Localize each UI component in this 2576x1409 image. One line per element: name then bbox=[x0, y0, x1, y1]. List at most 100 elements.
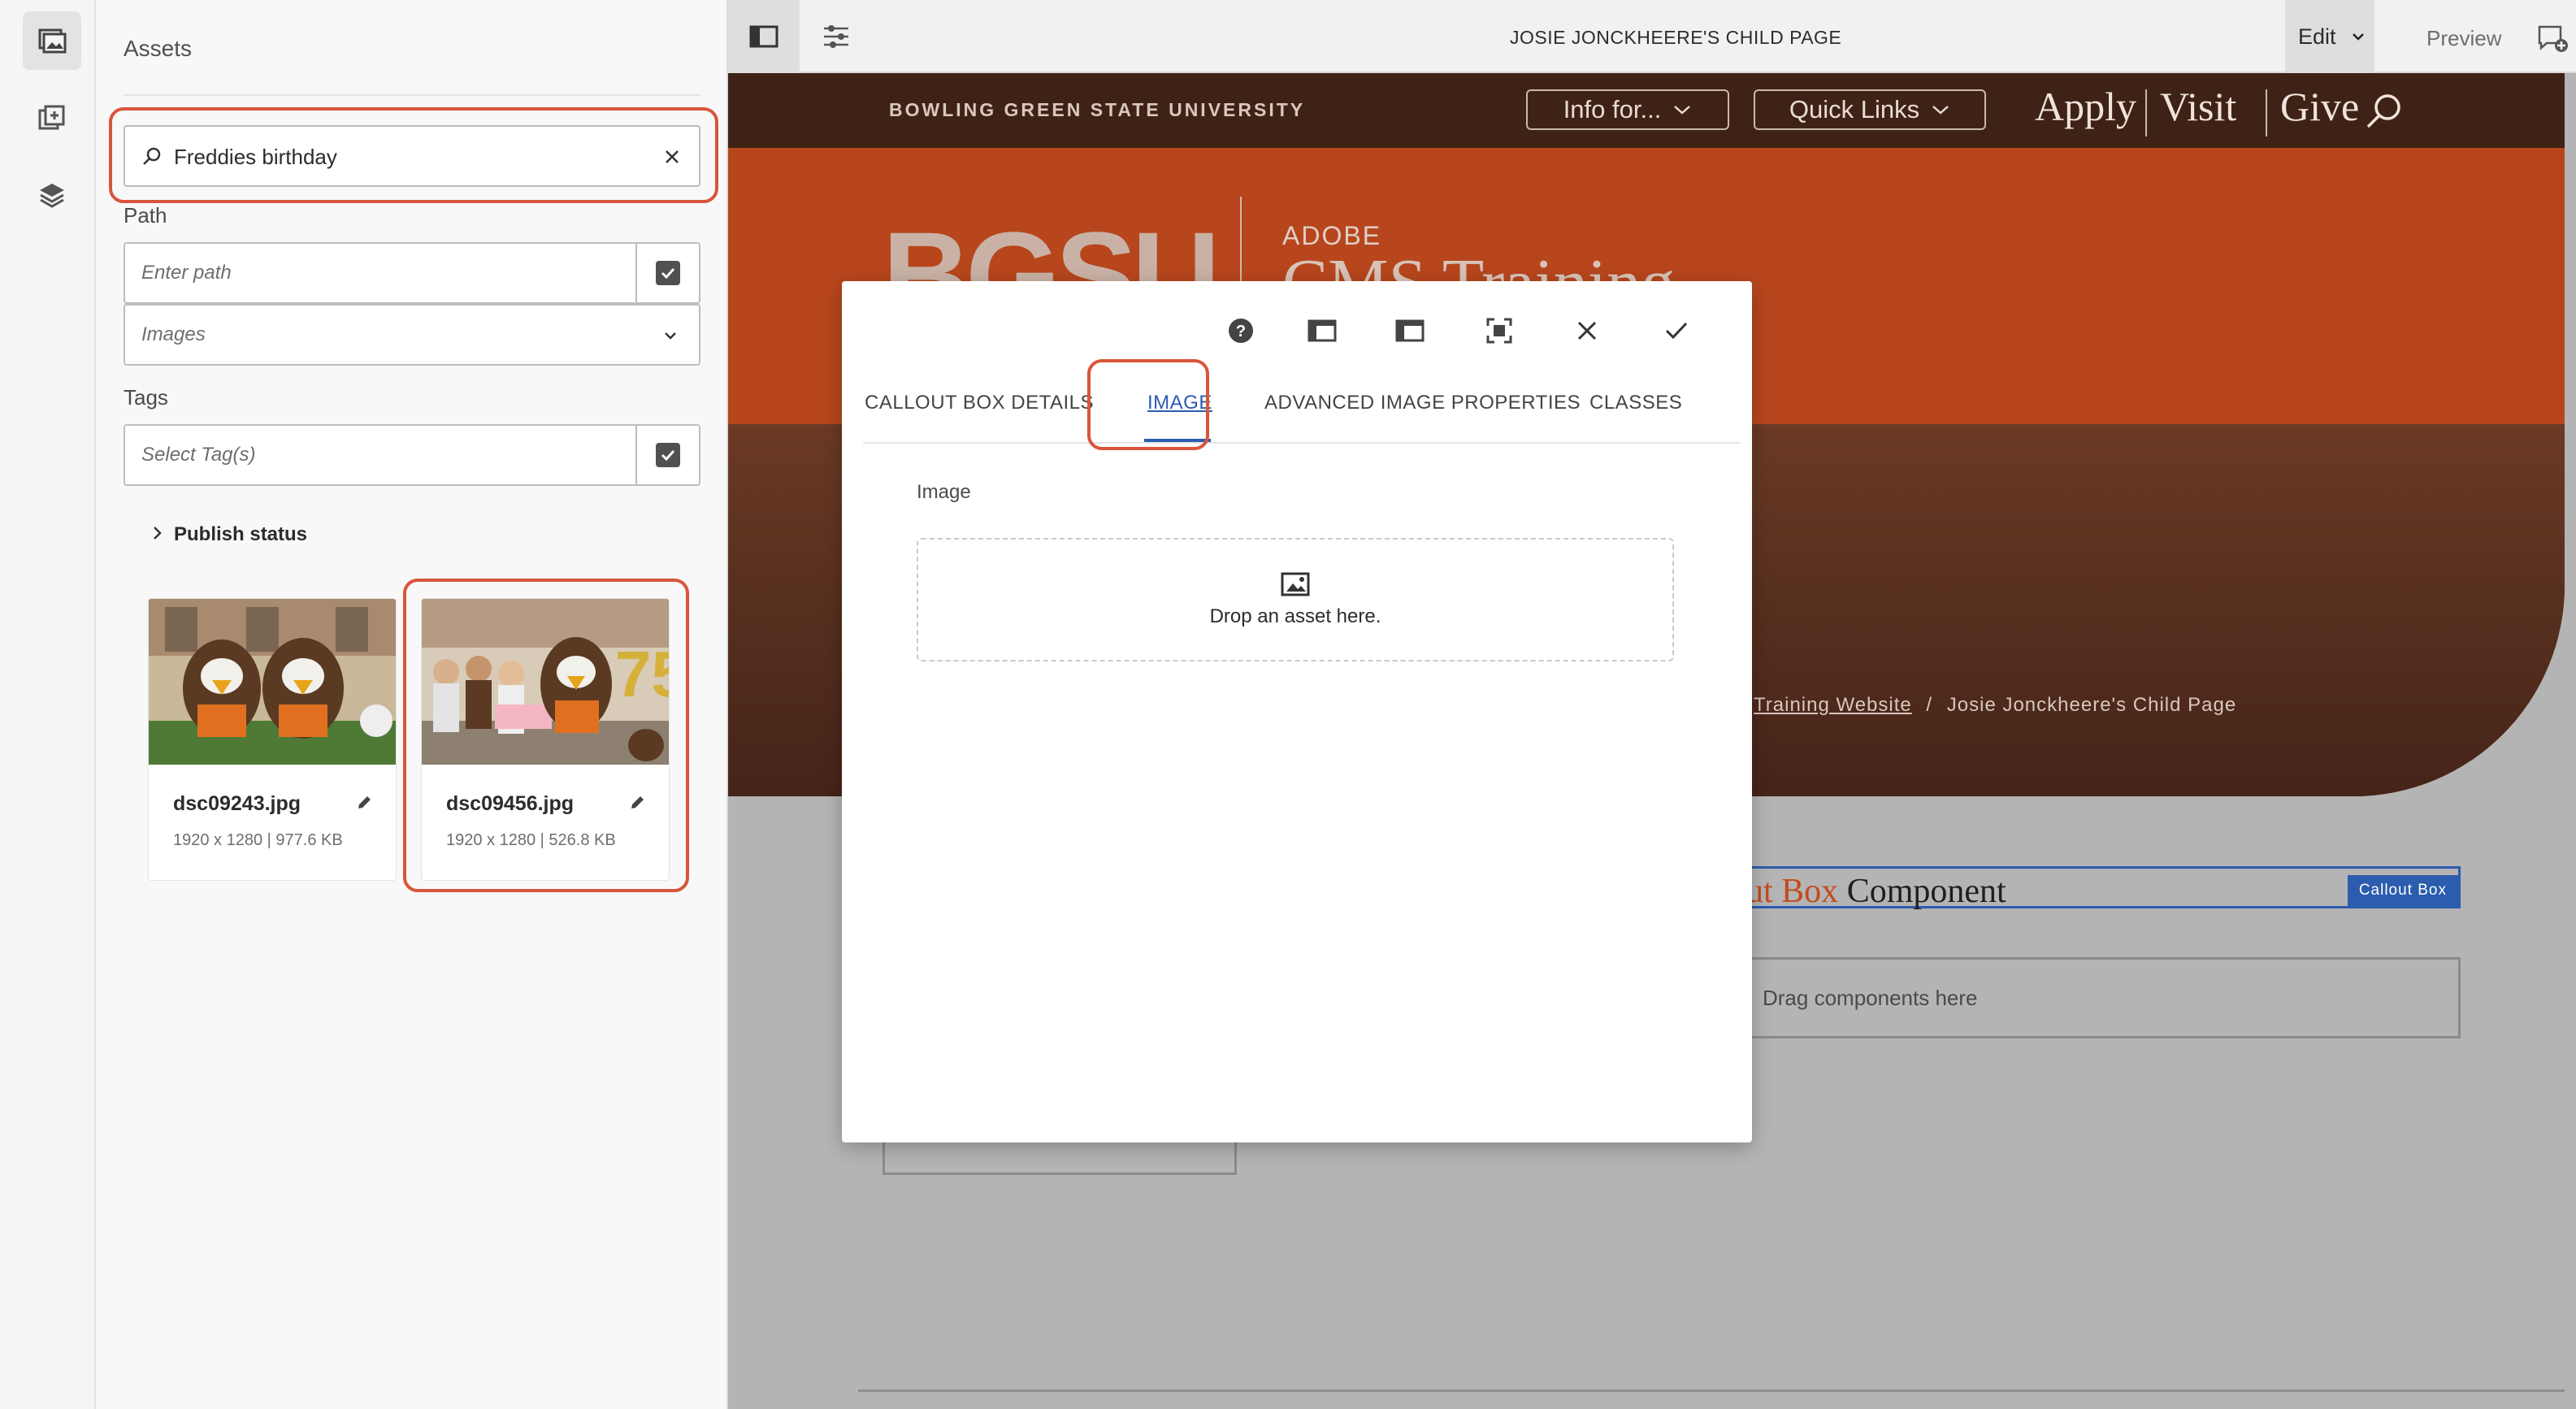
apply-link[interactable]: Apply bbox=[2035, 83, 2136, 130]
asset-card[interactable]: dsc09243.jpg 1920 x 1280 | 977.6 KB bbox=[148, 598, 397, 881]
search-icon bbox=[143, 147, 161, 165]
page-properties-button[interactable] bbox=[816, 18, 856, 55]
panel-right-icon bbox=[1395, 319, 1425, 342]
nav-divider bbox=[2266, 89, 2267, 137]
callout-box-dialog: ? CALLOUT BOX DETAILS IMAGE ADVANCED IMA… bbox=[842, 281, 1752, 1142]
tags-picker-button[interactable] bbox=[635, 426, 699, 484]
preview-button[interactable]: Preview bbox=[2426, 26, 2501, 51]
breadcrumb-current: Josie Jonckheere's Child Page bbox=[1946, 694, 2237, 716]
asset-thumbnail: 75 bbox=[422, 599, 670, 765]
nav-divider bbox=[2145, 89, 2147, 137]
annotations-button[interactable] bbox=[2537, 24, 2569, 58]
asset-meta: 1920 x 1280 | 977.6 KB bbox=[173, 831, 343, 849]
close-icon bbox=[1577, 321, 1597, 340]
active-tab-indicator bbox=[1144, 439, 1211, 442]
publish-status-toggle[interactable]: Publish status bbox=[174, 523, 307, 546]
callout-box-component[interactable]: ut Box Component Callout Box bbox=[1728, 866, 2461, 911]
edit-pencil-icon[interactable] bbox=[355, 794, 373, 812]
add-annotation-icon bbox=[2538, 25, 2568, 52]
sliders-icon bbox=[824, 25, 848, 48]
confirm-icon bbox=[1665, 322, 1688, 340]
checkbox-icon bbox=[656, 443, 680, 467]
side-panel-icon bbox=[749, 25, 778, 48]
image-field-label: Image bbox=[917, 481, 971, 503]
search-input[interactable]: Freddies birthday bbox=[174, 145, 337, 170]
asset-card[interactable]: 75 dsc09456.jpg 1920 x 1280 | 526.8 KB bbox=[421, 598, 670, 881]
tab-image[interactable]: IMAGE bbox=[1147, 392, 1212, 414]
asset-thumbnail bbox=[149, 599, 396, 765]
university-name: BOWLING GREEN STATE UNIVERSITY bbox=[889, 99, 1306, 120]
panel-divider bbox=[124, 94, 700, 96]
fullscreen-button[interactable] bbox=[1477, 309, 1521, 353]
asset-filename: dsc09456.jpg bbox=[446, 792, 575, 815]
path-input[interactable]: Enter path bbox=[141, 262, 232, 284]
asset-search-field[interactable]: Freddies birthday bbox=[124, 125, 700, 187]
help-icon: ? bbox=[1229, 319, 1253, 343]
breadcrumb-separator: / bbox=[1926, 694, 1933, 716]
page-divider bbox=[858, 1389, 2565, 1392]
panel-right-button[interactable] bbox=[1388, 309, 1432, 353]
image-dropzone[interactable]: Drop an asset here. bbox=[917, 538, 1674, 661]
components-icon bbox=[38, 105, 65, 130]
asset-type-select[interactable]: Images bbox=[124, 304, 700, 366]
search-icon[interactable] bbox=[2363, 91, 2405, 133]
assets-panel: Assets Freddies birthday Path Enter path… bbox=[96, 0, 728, 1409]
callout-heading: ut Box Component bbox=[1746, 872, 2006, 911]
asset-type-value: Images bbox=[141, 323, 206, 345]
fullscreen-icon bbox=[1486, 318, 1512, 344]
tab-callout-box-details[interactable]: CALLOUT BOX DETAILS bbox=[865, 392, 1094, 414]
left-rail bbox=[0, 0, 96, 1409]
callout-heading-rest: Component bbox=[1838, 873, 2006, 910]
component-drop-zone[interactable]: Drag components here bbox=[1728, 957, 2461, 1038]
svg-text:75: 75 bbox=[615, 638, 670, 710]
quick-links-menu[interactable]: Quick Links bbox=[1754, 89, 1986, 130]
chevron-down-icon bbox=[1932, 106, 1949, 115]
site-header: BOWLING GREEN STATE UNIVERSITY Info for.… bbox=[728, 73, 2565, 148]
give-link[interactable]: Give bbox=[2280, 83, 2359, 130]
assets-icon bbox=[38, 28, 67, 54]
chevron-down-icon bbox=[1674, 106, 1691, 115]
clear-search-icon[interactable] bbox=[663, 148, 681, 166]
tab-advanced-image-properties[interactable]: ADVANCED IMAGE PROPERTIES bbox=[1264, 392, 1581, 414]
dialog-tabs: CALLOUT BOX DETAILS IMAGE ADVANCED IMAGE… bbox=[863, 359, 1741, 444]
quick-links-label: Quick Links bbox=[1789, 95, 1920, 124]
components-rail-button[interactable] bbox=[23, 89, 81, 148]
breadcrumb: Training Website / Josie Jonckheere's Ch… bbox=[1754, 694, 2236, 717]
callout-heading-accent: ut Box bbox=[1746, 873, 1839, 910]
component-badge: Callout Box bbox=[2347, 875, 2458, 906]
panel-left-button[interactable] bbox=[1300, 309, 1344, 353]
mode-label: Edit bbox=[2298, 24, 2336, 49]
dropzone-text: Drop an asset here. bbox=[1209, 605, 1381, 627]
tags-label: Tags bbox=[124, 385, 168, 410]
panel-left-icon bbox=[1308, 319, 1337, 342]
side-panel-toggle[interactable] bbox=[728, 0, 800, 73]
chevron-right-icon[interactable] bbox=[151, 525, 164, 541]
tags-field[interactable]: Select Tag(s) bbox=[124, 424, 700, 486]
assets-rail-button[interactable] bbox=[23, 11, 81, 70]
asset-filename: dsc09243.jpg bbox=[173, 792, 301, 815]
edit-pencil-icon[interactable] bbox=[628, 794, 646, 812]
cancel-button[interactable] bbox=[1565, 309, 1609, 353]
info-for-menu[interactable]: Info for... bbox=[1526, 89, 1729, 130]
svg-text:?: ? bbox=[1236, 323, 1246, 340]
tags-input[interactable]: Select Tag(s) bbox=[141, 444, 256, 466]
layers-rail-button[interactable] bbox=[23, 166, 81, 224]
page-title: JOSIE JONCKHEERE'S CHILD PAGE bbox=[1510, 27, 1842, 48]
panel-title: Assets bbox=[124, 36, 193, 61]
mode-select[interactable]: Edit bbox=[2285, 0, 2374, 73]
editor-toolbar: JOSIE JONCKHEERE'S CHILD PAGE Edit Previ… bbox=[728, 0, 2576, 73]
path-browse-button[interactable] bbox=[635, 244, 699, 302]
done-button[interactable] bbox=[1654, 309, 1698, 353]
layers-icon bbox=[40, 184, 64, 208]
checkbox-icon bbox=[656, 261, 680, 285]
breadcrumb-link[interactable]: Training Website bbox=[1754, 694, 1912, 716]
path-label: Path bbox=[124, 203, 167, 228]
path-field[interactable]: Enter path bbox=[124, 242, 700, 304]
help-button[interactable]: ? bbox=[1219, 309, 1263, 353]
asset-meta: 1920 x 1280 | 526.8 KB bbox=[446, 831, 616, 849]
image-icon bbox=[1281, 572, 1310, 596]
chevron-down-icon bbox=[665, 332, 676, 340]
visit-link[interactable]: Visit bbox=[2160, 83, 2236, 130]
chevron-down-icon bbox=[2352, 33, 2364, 41]
tab-classes[interactable]: CLASSES bbox=[1589, 392, 1682, 414]
